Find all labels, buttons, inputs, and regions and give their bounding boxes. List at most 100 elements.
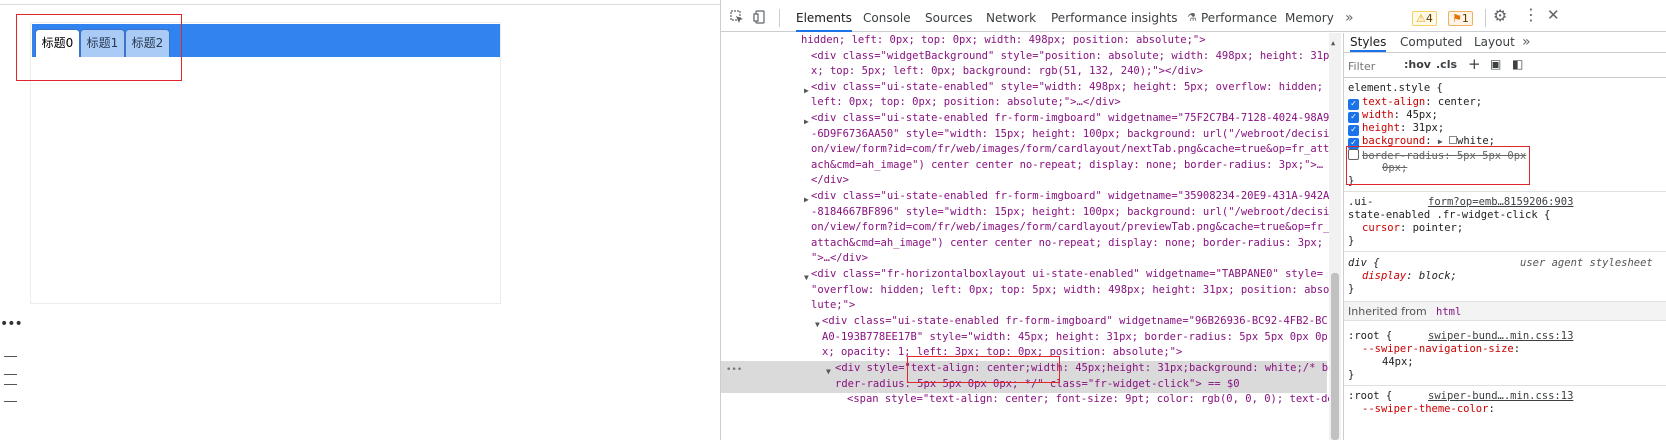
dom-line[interactable]: ach&cmd=ah_image") center center no-repe… [811, 158, 1323, 174]
dom-line[interactable]: </div> [811, 173, 849, 189]
tab-layout[interactable]: Layout [1474, 33, 1515, 52]
more-style-tabs-icon[interactable]: » [1522, 33, 1531, 52]
divider [1344, 191, 1666, 192]
dom-line[interactable]: -6D9F6736AA50" style="width: 15px; heigh… [811, 127, 1329, 143]
issues-badge[interactable]: ⚑1 [1448, 11, 1473, 26]
styles-tabs: Styles Computed Layout » [1344, 33, 1666, 53]
expand-triangle-icon[interactable]: ▶ [804, 192, 809, 208]
tab-performance[interactable]: Performance [1201, 4, 1277, 32]
color-swatch[interactable] [1449, 136, 1458, 144]
styles-filter-input[interactable] [1348, 58, 1400, 74]
style-prop-row: display: block; [1362, 270, 1457, 282]
device-toolbar-icon[interactable] [753, 10, 767, 27]
tab-styles[interactable]: Styles [1350, 33, 1387, 52]
tab-memory[interactable]: Memory [1285, 4, 1334, 32]
dom-line[interactable]: on/view/form?id=com/fr/web/images/form/c… [811, 220, 1329, 236]
new-rule-icon[interactable]: + [1468, 55, 1481, 73]
tab-performance-insights[interactable]: Performance insights [1051, 4, 1178, 32]
style-prop-row[interactable]: --swiper-theme-color: [1362, 403, 1495, 416]
issue-flag-icon: ⚑ [1452, 12, 1462, 25]
dom-line[interactable]: attach&cmd=ah_image") center center no-r… [811, 236, 1323, 252]
style-prop-value: 44px; [1382, 356, 1414, 368]
dom-line[interactable]: ">…</div> [811, 251, 868, 267]
dom-line[interactable]: -8184667BF896" style="width: 15px; heigh… [811, 205, 1329, 221]
toolbar-divider [1485, 9, 1486, 27]
inspect-element-icon[interactable] [730, 10, 744, 27]
warnings-badge[interactable]: ⚠4 [1412, 11, 1437, 26]
dom-line[interactable]: hidden; left: 0px; top: 0px; width: 498p… [801, 33, 1206, 49]
scroll-up-icon[interactable]: ▲ [1331, 36, 1335, 52]
paint-icon[interactable]: ▣ [1490, 57, 1501, 71]
dom-line[interactable]: <span style="text-align: center; font-si… [847, 392, 1334, 408]
warning-icon: ⚠ [1416, 12, 1426, 25]
dom-line[interactable]: <div class="widgetBackground" style="pos… [811, 49, 1329, 65]
rule-source-link[interactable]: swiper-bund….min.css:13 [1428, 330, 1573, 343]
dash-mark [4, 374, 17, 375]
rule-close: } [1348, 369, 1355, 381]
hov-toggle[interactable]: :hov [1404, 58, 1431, 71]
more-dots-icon[interactable]: ••• [0, 317, 23, 331]
collapse-triangle-icon[interactable]: ▼ [815, 317, 820, 333]
rule-close: } [1348, 235, 1355, 247]
dom-line[interactable]: A0-193B778EE17B" style="width: 45px; hei… [822, 330, 1328, 346]
dom-line[interactable]: <div class="ui-state-enabled fr-form-img… [811, 189, 1329, 205]
divider [1344, 385, 1666, 386]
styles-pane: Styles Computed Layout » :hov .cls + ▣ ◧… [1343, 33, 1666, 440]
style-prop-row[interactable]: ✓ text-align: center; [1348, 96, 1482, 110]
elements-tree[interactable]: hidden; left: 0px; top: 0px; width: 498p… [721, 33, 1341, 440]
close-icon[interactable]: ✕ [1547, 8, 1560, 23]
rule-selector: state-enabled .fr-widget-click { [1348, 209, 1551, 221]
kebab-menu-icon[interactable]: ⋮ [1523, 7, 1539, 23]
dash-mark [4, 401, 17, 402]
dom-line[interactable]: on/view/form?id=com/fr/web/images/form/c… [811, 142, 1329, 158]
dom-line[interactable]: <div class="ui-state-enabled fr-form-img… [811, 111, 1329, 127]
dom-line[interactable]: left: 0px; top: 0px; position: absolute;… [811, 95, 1121, 111]
collapse-triangle-icon[interactable]: ▼ [804, 270, 809, 286]
dash-mark [4, 356, 17, 357]
expand-triangle-icon[interactable]: ▶ [804, 114, 809, 130]
style-prop-row[interactable]: ✓ width: 45px; [1348, 109, 1438, 123]
cls-toggle[interactable]: .cls [1436, 58, 1457, 71]
warnings-count: 4 [1425, 12, 1433, 25]
rule-selector: :root { [1348, 330, 1393, 342]
divider [0, 4, 720, 5]
collapse-triangle-icon[interactable]: ▼ [826, 364, 831, 380]
tab-network[interactable]: Network [986, 4, 1036, 32]
dom-line[interactable]: <div class="ui-state-enabled fr-form-img… [822, 314, 1328, 330]
rule-selector: element.style { [1348, 82, 1443, 94]
dom-line[interactable]: lute;"> [811, 298, 855, 314]
settings-gear-icon[interactable]: ⚙ [1493, 8, 1507, 24]
more-ellipsis-icon[interactable]: ••• [726, 363, 742, 379]
expand-triangle-icon[interactable]: ▶ [804, 83, 809, 99]
dom-line[interactable]: "overflow: hidden; left: 0px; top: 5px; … [811, 283, 1329, 299]
toolbar-divider [779, 9, 780, 27]
rule-selector: :root { [1348, 390, 1393, 402]
rule-source-link[interactable]: swiper-bund….min.css:13 [1428, 390, 1573, 403]
flask-icon: ⚗ [1187, 11, 1197, 24]
dom-line[interactable]: x; top: 5px; left: 0px; background: rgb(… [811, 64, 1203, 80]
highlight-box-tabs [16, 14, 182, 81]
sidebar-toggle-icon[interactable]: ◧ [1512, 57, 1523, 71]
tab-computed[interactable]: Computed [1400, 33, 1462, 52]
inherited-tag[interactable]: html [1436, 306, 1461, 319]
issues-count: 1 [1461, 12, 1469, 25]
rule-selector: .ui- [1348, 196, 1374, 208]
dom-line[interactable]: <div class="fr-horizontalboxlayout ui-st… [811, 267, 1323, 283]
rule-close: } [1348, 283, 1355, 295]
screen: 标题0 标题1 标题2 ••• Elements Console Sources… [0, 0, 1666, 440]
style-prop-row[interactable]: cursor: pointer; [1362, 222, 1463, 235]
rule-source-link[interactable]: form?op=emb…8159206:903 [1428, 196, 1573, 209]
rule-selector: div { [1348, 257, 1380, 269]
devtools-toolbar: Elements Console Sources Network Perform… [721, 4, 1666, 32]
inherited-header: Inherited from html [1344, 301, 1666, 321]
dom-line[interactable]: <div class="ui-state-enabled" style="wid… [811, 80, 1323, 96]
expand-triangle-icon[interactable]: ▶ [1438, 137, 1443, 146]
tab-sources[interactable]: Sources [925, 4, 972, 32]
tab-elements[interactable]: Elements [796, 4, 852, 32]
tab-console[interactable]: Console [863, 4, 911, 32]
scrollbar-thumb[interactable] [1331, 273, 1339, 440]
style-prop-row[interactable]: ✓ height: 31px; [1348, 122, 1444, 136]
dash-mark [4, 384, 17, 385]
more-tabs-icon[interactable]: » [1345, 4, 1354, 32]
style-prop-row[interactable]: --swiper-navigation-size: [1362, 343, 1520, 356]
